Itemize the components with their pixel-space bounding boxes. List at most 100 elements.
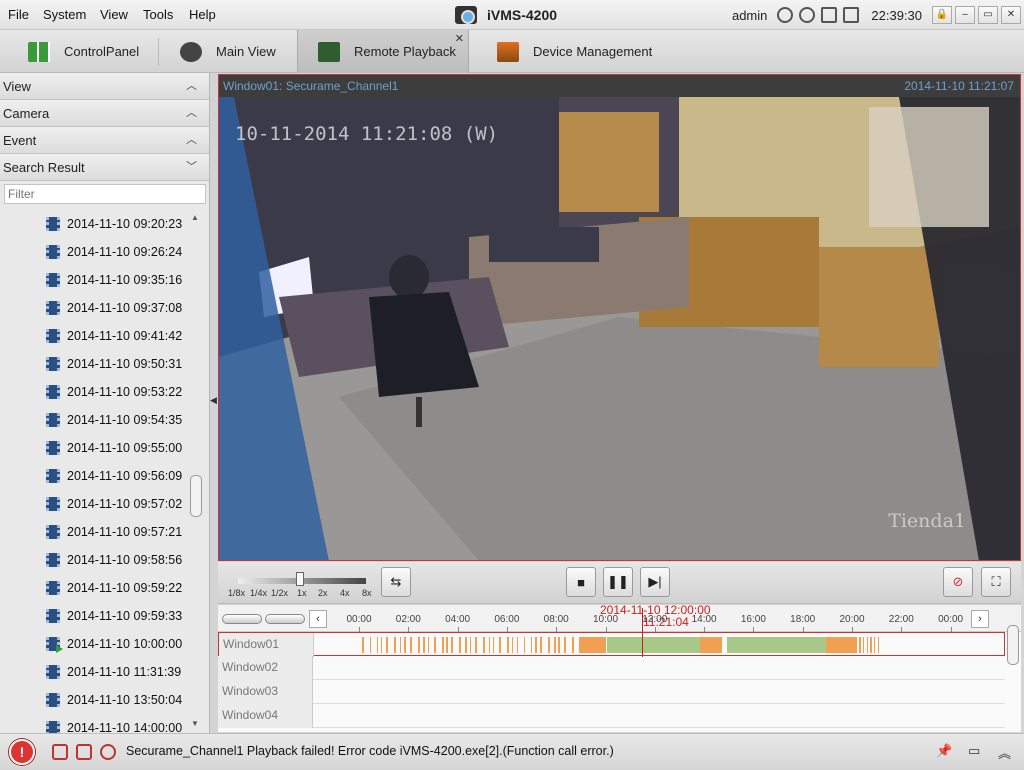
filter-input[interactable] [4, 184, 206, 204]
timeline-row[interactable]: Window04 [218, 704, 1005, 728]
search-result-item[interactable]: 2014-11-10 13:50:04 [0, 686, 210, 714]
adjust-settings-button[interactable]: ⇆ [381, 567, 411, 597]
recording-segment[interactable] [700, 637, 723, 653]
recording-segment[interactable] [376, 637, 379, 653]
zoom-out-slider[interactable] [222, 614, 262, 624]
recording-segment[interactable] [554, 637, 556, 653]
recording-segment[interactable] [870, 637, 872, 653]
timeline-cursor[interactable] [642, 608, 643, 657]
menu-help[interactable]: Help [189, 7, 216, 22]
section-event[interactable]: Event ︿ [0, 127, 209, 154]
recording-segment[interactable] [855, 637, 857, 653]
menu-system[interactable]: System [43, 7, 86, 22]
lock-button[interactable]: 🔒 [932, 6, 952, 24]
recording-segment[interactable] [499, 637, 501, 653]
timeline-prev-button[interactable]: ‹ [309, 610, 327, 628]
video-playback-window[interactable]: 10-11-2014 11:21:08 (W) Tienda1 [218, 97, 1021, 561]
recording-segment[interactable] [399, 637, 402, 653]
pause-button[interactable]: ❚❚ [603, 567, 633, 597]
timeline-row[interactable]: Window01 [218, 632, 1005, 657]
section-camera[interactable]: Camera ︿ [0, 100, 209, 127]
recording-segment[interactable] [606, 637, 701, 653]
recording-segment[interactable] [394, 637, 396, 653]
tab-close-icon[interactable]: ✕ [455, 32, 464, 45]
recording-segment[interactable] [427, 637, 430, 653]
tab-control-panel[interactable]: ControlPanel [28, 30, 139, 73]
recording-segment[interactable] [451, 637, 453, 653]
timeline-scroll-thumb[interactable] [1007, 625, 1019, 665]
monitor-icon[interactable] [821, 7, 838, 23]
section-view[interactable]: View ︿ [0, 73, 209, 100]
search-result-item[interactable]: 2014-11-10 09:56:09 [0, 462, 210, 490]
recording-segment[interactable] [434, 637, 436, 653]
recording-segment[interactable] [564, 637, 566, 653]
recording-segment[interactable] [380, 637, 383, 653]
alarm-icon[interactable]: ! [9, 739, 35, 765]
recording-segment[interactable] [727, 637, 826, 653]
search-result-item[interactable]: 2014-11-10 09:57:21 [0, 518, 210, 546]
recording-segment[interactable] [386, 637, 388, 653]
recording-segment[interactable] [866, 637, 869, 653]
zoom-in-slider[interactable] [265, 614, 305, 624]
recording-segment[interactable] [492, 637, 495, 653]
recording-segment[interactable] [418, 637, 420, 653]
speed-slider[interactable]: 1/8x 1/4x 1/2x 1x 2x 4x 8x [228, 569, 372, 599]
grid-icon[interactable] [843, 7, 860, 23]
panel-collapse-arrow[interactable]: ◀ [210, 395, 217, 406]
search-result-item[interactable]: 2014-11-10 11:31:39 [0, 658, 210, 686]
search-result-item[interactable]: 2014-11-10 09:57:02 [0, 490, 210, 518]
timeline-row[interactable]: Window02 [218, 656, 1005, 680]
search-result-item[interactable]: 2014-11-10 09:35:16 [0, 266, 210, 294]
recording-segment[interactable] [469, 637, 472, 653]
speed-slider-knob[interactable] [296, 572, 304, 586]
timeline-scrollbar[interactable] [1006, 620, 1020, 730]
search-result-item[interactable]: 2014-11-10 09:50:31 [0, 350, 210, 378]
recording-segment[interactable] [535, 637, 537, 653]
recording-segment[interactable] [877, 637, 880, 653]
timeline-row[interactable]: Window03 [218, 680, 1005, 704]
tab-main-view[interactable]: Main View [180, 30, 276, 73]
search-result-item[interactable]: 2014-11-10 09:58:56 [0, 546, 210, 574]
recording-segment[interactable] [530, 637, 533, 653]
recording-segment[interactable] [572, 637, 574, 653]
recording-segment[interactable] [465, 637, 467, 653]
recording-segment[interactable] [523, 637, 526, 653]
recording-segment[interactable] [475, 637, 477, 653]
recording-segment[interactable] [442, 637, 444, 653]
scroll-thumb[interactable] [190, 475, 202, 517]
tab-device-management[interactable]: Device Management [497, 30, 652, 73]
search-result-item[interactable]: 2014-11-10 09:20:23 [0, 210, 210, 238]
pin-icon[interactable]: 📌 [936, 743, 952, 759]
recording-segment[interactable] [369, 637, 372, 653]
maximize-button[interactable]: ▭ [978, 6, 998, 24]
tab-remote-playback[interactable]: Remote Playback ✕ [297, 30, 469, 73]
recording-segment[interactable] [404, 637, 406, 653]
menu-view[interactable]: View [100, 7, 128, 22]
video-alarm-icon[interactable] [76, 744, 92, 760]
collapse-up-icon[interactable]: ︽ [998, 743, 1011, 762]
recording-segment[interactable] [558, 637, 560, 653]
search-result-item[interactable]: 2014-11-10 09:26:24 [0, 238, 210, 266]
recording-segment[interactable] [540, 637, 542, 653]
recording-segment[interactable] [548, 637, 550, 653]
close-button[interactable]: ✕ [1001, 6, 1021, 24]
globe-icon[interactable] [777, 7, 794, 23]
recording-segment[interactable] [410, 637, 412, 653]
recording-segment[interactable] [579, 637, 607, 653]
recording-segment[interactable] [859, 637, 861, 653]
recording-segment[interactable] [516, 637, 518, 653]
section-search-result[interactable]: Search Result ﹀ [0, 154, 209, 181]
menu-file[interactable]: File [8, 7, 29, 22]
scroll-down-arrow[interactable]: ▼ [191, 719, 199, 728]
search-result-item[interactable]: 2014-11-10 14:00:00 [0, 714, 210, 733]
recording-segment[interactable] [511, 637, 514, 653]
search-result-item[interactable]: 2014-11-10 09:53:22 [0, 378, 210, 406]
scroll-up-arrow[interactable]: ▲ [191, 213, 199, 222]
recording-segment[interactable] [423, 637, 425, 653]
recording-segment[interactable] [362, 637, 364, 653]
search-result-item[interactable]: 2014-11-10 09:37:08 [0, 294, 210, 322]
recording-segment[interactable] [862, 637, 865, 653]
step-forward-button[interactable]: ▶| [640, 567, 670, 597]
recording-segment[interactable] [483, 637, 485, 653]
recording-segment[interactable] [825, 637, 856, 653]
